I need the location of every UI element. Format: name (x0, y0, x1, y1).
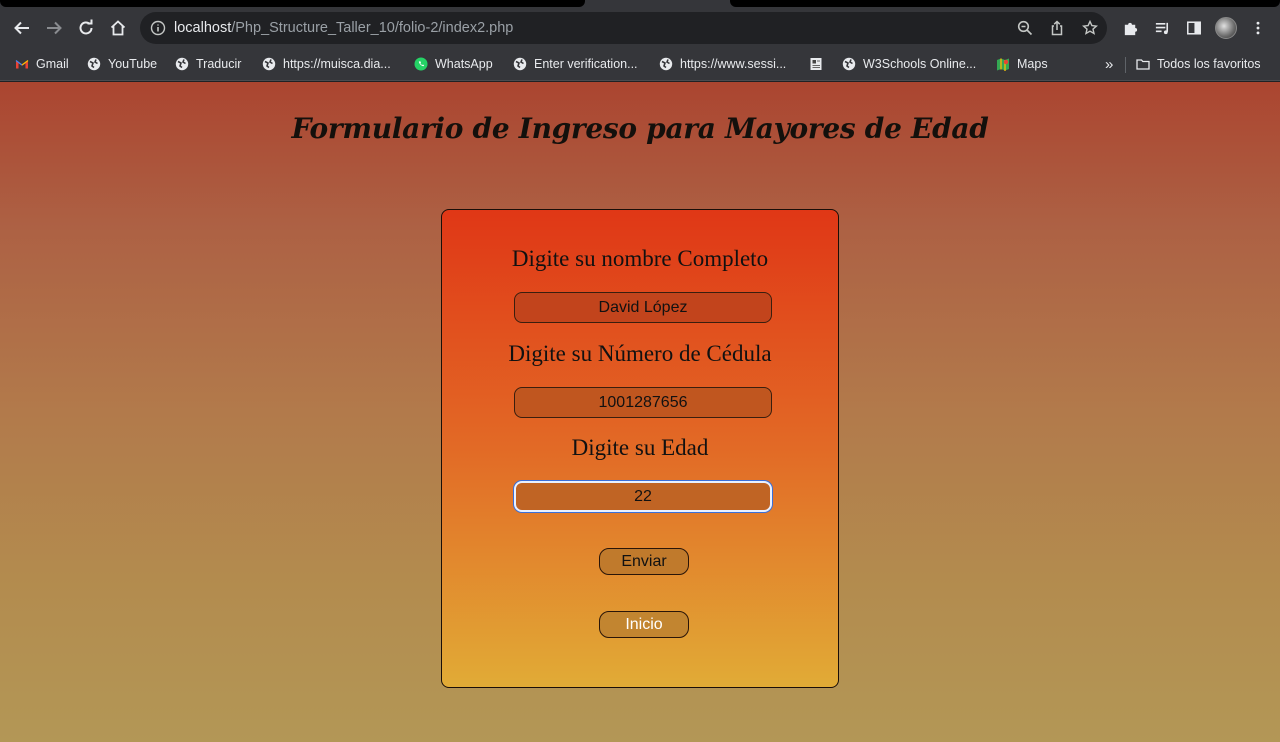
tab[interactable] (0, 0, 585, 7)
bookmark-gmail[interactable]: Gmail (15, 55, 69, 73)
globe-icon (87, 57, 101, 71)
arrow-right-icon (47, 21, 62, 35)
bookmark-maps[interactable]: Maps (996, 55, 1048, 73)
maps-icon (997, 58, 1009, 71)
bookmark-muisca[interactable]: https://muisca.dia... (262, 55, 391, 73)
url-host: localhost (174, 20, 232, 36)
bookmark-label: W3Schools Online... (863, 57, 977, 71)
globe-icon (513, 57, 527, 71)
zoom-icon[interactable] (1017, 20, 1033, 36)
puzzle-icon (1124, 22, 1137, 35)
gmail-icon (15, 60, 29, 69)
globe-icon (659, 57, 673, 71)
info-icon[interactable] (150, 20, 166, 36)
id-input[interactable] (514, 387, 772, 418)
bookmark-youtube[interactable]: YouTube (87, 55, 157, 73)
bookmark-label: https://muisca.dia... (283, 57, 391, 71)
all-bookmarks-folder[interactable]: Todos los favoritos (1136, 55, 1261, 73)
playlist-icon (1155, 22, 1168, 34)
bookmarks-bar: Gmail YouTube Traducir https://muisca.di… (0, 48, 1280, 81)
side-panel-button[interactable] (1184, 18, 1204, 38)
age-label: Digite su Edad (571, 435, 709, 460)
home-icon (110, 20, 126, 36)
submit-button[interactable]: Enviar (599, 548, 689, 575)
entry-form: Digite su nombre Completo Digite su Núme… (441, 209, 839, 688)
extensions-button[interactable] (1120, 18, 1140, 38)
name-input[interactable] (514, 292, 772, 323)
globe-icon (842, 57, 856, 71)
bookmark-label: Enter verification... (534, 57, 638, 71)
address-bar[interactable]: localhost/Php_Structure_Taller_10/folio-… (140, 12, 1107, 44)
home-link-button[interactable]: Inicio (599, 611, 689, 638)
folder-icon (1136, 59, 1150, 70)
bookmarks-overflow-button[interactable]: » (1105, 55, 1113, 73)
bookmark-label: Gmail (36, 57, 69, 71)
bookmark-label: YouTube (108, 57, 158, 71)
menu-button[interactable] (1248, 18, 1268, 38)
globe-icon (175, 57, 189, 71)
star-icon[interactable] (1082, 20, 1098, 36)
share-icon[interactable] (1049, 20, 1065, 36)
tab-strip (0, 0, 1280, 8)
page-icon (810, 58, 822, 70)
tab[interactable] (730, 0, 1280, 7)
bookmark-label: Todos los favoritos (1157, 57, 1261, 71)
forward-button[interactable] (42, 16, 66, 40)
browser-toolbar: localhost/Php_Structure_Taller_10/folio-… (0, 8, 1280, 48)
url-path: /Php_Structure_Taller_10/folio-2/index2.… (231, 20, 514, 36)
bookmark-w3schools[interactable]: W3Schools Online... (842, 55, 976, 73)
bookmark-traducir[interactable]: Traducir (175, 55, 241, 73)
globe-icon (262, 57, 276, 71)
bookmark-page[interactable] (809, 55, 823, 73)
bookmark-label: WhatsApp (435, 57, 493, 71)
back-button[interactable] (10, 16, 34, 40)
whatsapp-icon (414, 57, 428, 71)
profile-avatar[interactable] (1215, 17, 1237, 39)
bookmark-label: https://www.sessi... (680, 57, 787, 71)
media-button[interactable] (1152, 18, 1172, 38)
side-panel-icon (1187, 21, 1201, 35)
name-label: Digite su nombre Completo (511, 246, 769, 271)
bookmarks-divider (1125, 57, 1126, 73)
url-text[interactable]: localhost/Php_Structure_Taller_10/folio-… (174, 20, 513, 36)
age-input[interactable] (514, 481, 772, 512)
bookmark-label: Traducir (196, 57, 242, 71)
id-label: Digite su Número de Cédula (508, 341, 772, 366)
page-title: Formulario de Ingreso para Mayores de Ed… (291, 112, 989, 145)
reload-icon (79, 19, 93, 35)
bookmark-whatsapp[interactable]: WhatsApp (414, 55, 493, 73)
bookmark-sessi[interactable]: https://www.sessi... (659, 55, 786, 73)
arrow-left-icon (14, 21, 29, 35)
page-body: Formulario de Ingreso para Mayores de Ed… (0, 82, 1280, 742)
tab-active[interactable] (585, 0, 730, 8)
home-button[interactable] (106, 16, 130, 40)
reload-button[interactable] (74, 16, 98, 40)
bookmark-verification[interactable]: Enter verification... (513, 55, 638, 73)
more-vertical-icon (1256, 21, 1260, 35)
bookmark-label: Maps (1017, 57, 1048, 71)
